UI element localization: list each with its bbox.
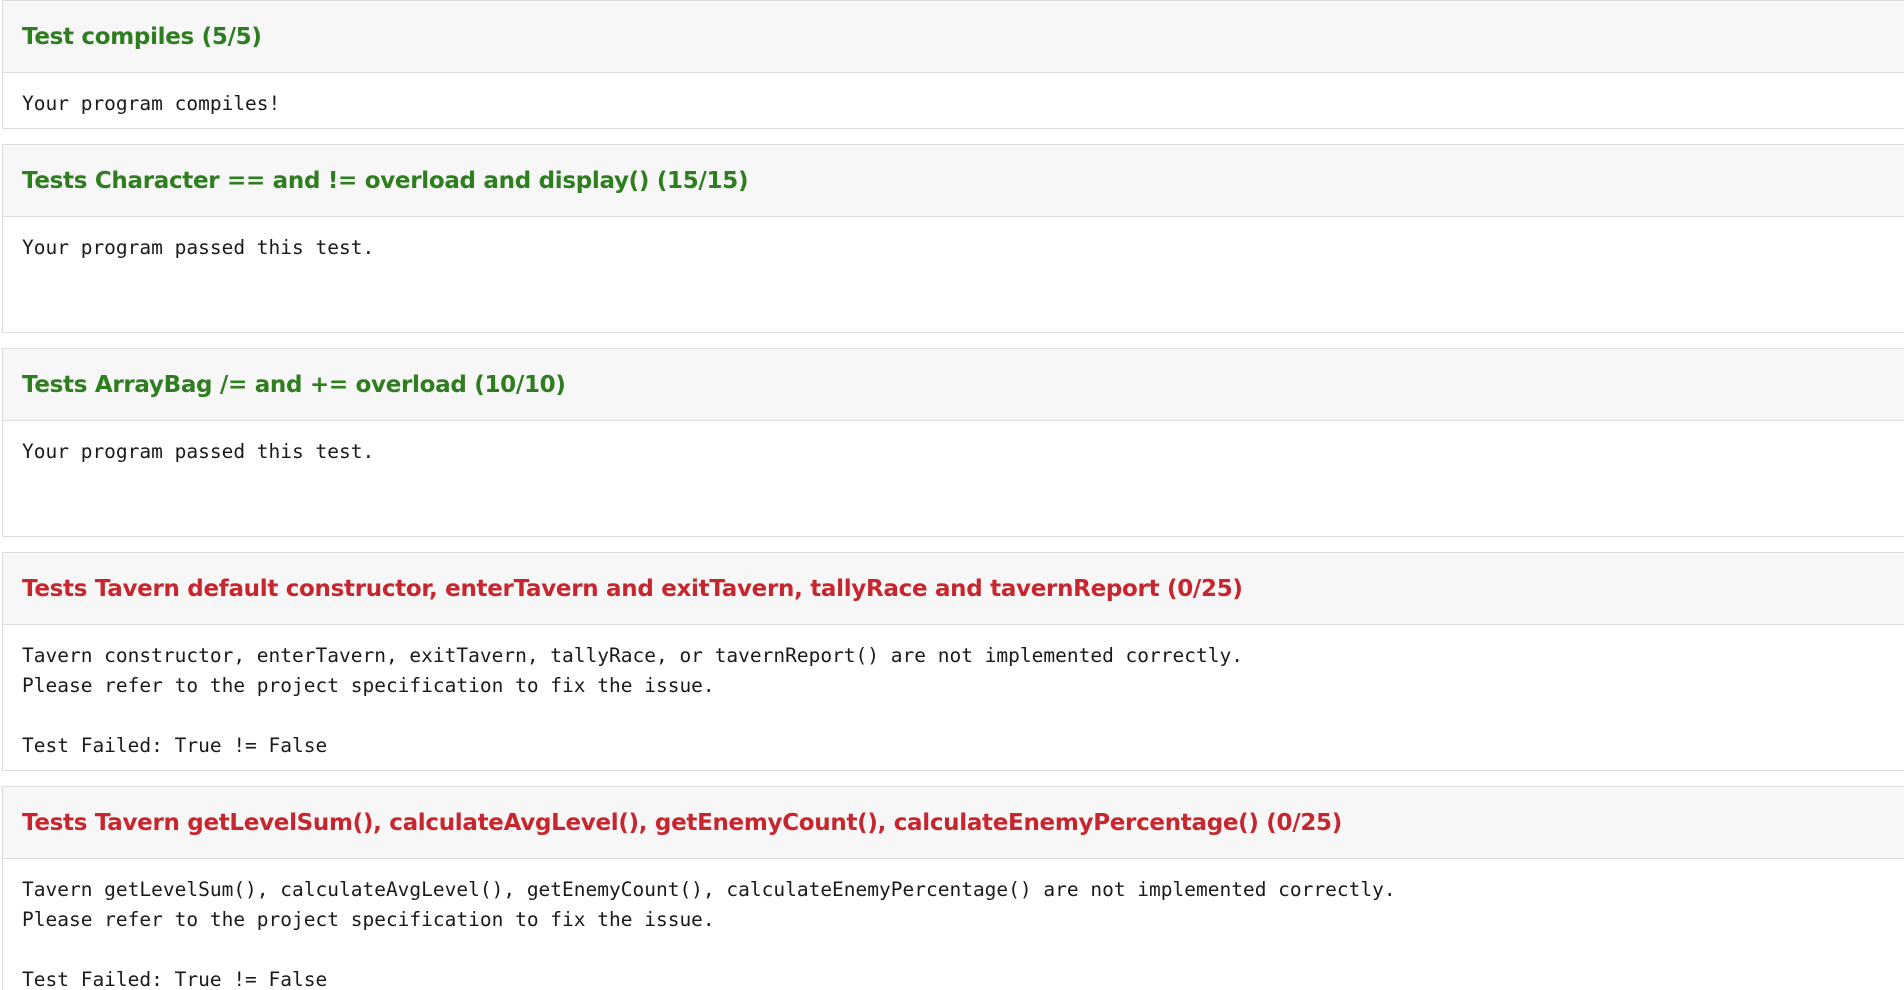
test-result-output: Tavern constructor, enterTavern, exitTav… bbox=[3, 625, 1904, 761]
test-result-character: Tests Character == and != overload and d… bbox=[2, 144, 1904, 333]
test-result-header: Tests Tavern default constructor, enterT… bbox=[3, 553, 1904, 625]
test-result-output: Your program passed this test. bbox=[3, 217, 1904, 263]
test-result-header: Tests Tavern getLevelSum(), calculateAvg… bbox=[3, 787, 1904, 859]
output-line: Your program passed this test. bbox=[22, 440, 375, 463]
test-result-title: Tests Tavern getLevelSum(), calculateAvg… bbox=[22, 809, 1342, 836]
output-line: Tavern getLevelSum(), calculateAvgLevel(… bbox=[22, 878, 1396, 901]
test-result-title: Test compiles (5/5) bbox=[22, 23, 262, 50]
test-result-output: Tavern getLevelSum(), calculateAvgLevel(… bbox=[3, 859, 1904, 990]
output-line: Test Failed: True != False bbox=[22, 968, 328, 990]
output-line: Tavern constructor, enterTavern, exitTav… bbox=[22, 644, 1243, 667]
test-result-arraybag: Tests ArrayBag /= and += overload (10/10… bbox=[2, 348, 1904, 537]
output-line: Please refer to the project specificatio… bbox=[22, 674, 715, 697]
output-line: Test Failed: True != False bbox=[22, 734, 328, 757]
test-result-header: Tests ArrayBag /= and += overload (10/10… bbox=[3, 349, 1904, 421]
output-line: Your program compiles! bbox=[22, 92, 281, 115]
test-results-page: Test compiles (5/5) Your program compile… bbox=[0, 0, 1904, 990]
test-result-compiles: Test compiles (5/5) Your program compile… bbox=[2, 0, 1904, 129]
output-line: Your program passed this test. bbox=[22, 236, 375, 259]
test-result-header: Test compiles (5/5) bbox=[3, 1, 1904, 73]
test-result-title: Tests ArrayBag /= and += overload (10/10… bbox=[22, 371, 566, 398]
test-result-output: Your program compiles! bbox=[3, 73, 1904, 119]
test-result-title: Tests Character == and != overload and d… bbox=[22, 167, 749, 194]
test-result-tavern-levels: Tests Tavern getLevelSum(), calculateAvg… bbox=[2, 786, 1904, 990]
test-result-output: Your program passed this test. bbox=[3, 421, 1904, 467]
test-result-title: Tests Tavern default constructor, enterT… bbox=[22, 575, 1243, 602]
test-result-tavern-constructor: Tests Tavern default constructor, enterT… bbox=[2, 552, 1904, 771]
output-line: Please refer to the project specificatio… bbox=[22, 908, 715, 931]
test-result-header: Tests Character == and != overload and d… bbox=[3, 145, 1904, 217]
